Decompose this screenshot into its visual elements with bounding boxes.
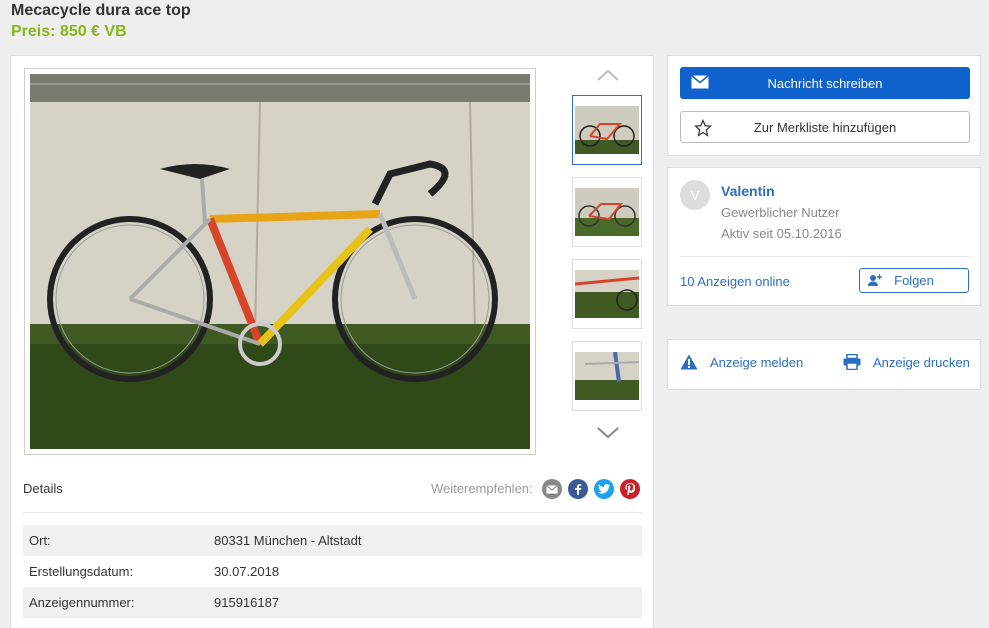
details-divider bbox=[23, 512, 642, 513]
seller-active-since: Aktiv seit 05.10.2016 bbox=[721, 226, 842, 241]
report-ad-label: Anzeige melden bbox=[710, 354, 804, 370]
report-ad-link[interactable]: Anzeige melden bbox=[680, 354, 803, 370]
watchlist-button[interactable]: Zur Merkliste hinzufügen bbox=[680, 111, 970, 143]
bike-photo-main bbox=[30, 74, 530, 449]
bike-photo-4 bbox=[575, 352, 639, 400]
thumb-scroll-up-icon[interactable] bbox=[596, 68, 620, 82]
follow-button[interactable]: Folgen bbox=[859, 268, 969, 293]
thumbnail-1[interactable] bbox=[572, 95, 642, 165]
main-image[interactable] bbox=[24, 68, 536, 455]
thumbnail-4[interactable] bbox=[572, 341, 642, 411]
star-icon bbox=[694, 119, 712, 137]
add-user-icon bbox=[868, 274, 882, 286]
detail-row-created: Erstellungsdatum: 30.07.2018 bbox=[23, 556, 642, 587]
watchlist-button-label: Zur Merkliste hinzufügen bbox=[753, 119, 897, 135]
details-heading: Details bbox=[23, 481, 63, 496]
detail-row-location: Ort: 80331 München - Altstadt bbox=[23, 525, 642, 556]
email-share-icon[interactable] bbox=[542, 479, 562, 499]
share-label: Weiterempfehlen: bbox=[431, 481, 533, 496]
thumb-scroll-down-icon[interactable] bbox=[596, 426, 620, 440]
thumbnail-3[interactable] bbox=[572, 259, 642, 329]
warning-icon bbox=[680, 354, 698, 370]
detail-row-ad-number: Anzeigennummer: 915916187 bbox=[23, 587, 642, 618]
detail-value: 915916187 bbox=[214, 595, 280, 610]
seller-type: Gewerblicher Nutzer bbox=[721, 205, 840, 220]
seller-avatar[interactable]: V bbox=[680, 180, 710, 210]
facebook-share-icon[interactable] bbox=[568, 479, 588, 499]
detail-key: Anzeigennummer: bbox=[29, 595, 135, 610]
detail-key: Ort: bbox=[29, 533, 51, 548]
bike-photo-2 bbox=[575, 188, 639, 236]
message-button-label: Nachricht schreiben bbox=[767, 75, 883, 91]
pinterest-share-icon[interactable] bbox=[620, 479, 640, 499]
printer-icon bbox=[843, 354, 861, 370]
follow-button-label: Folgen bbox=[894, 273, 934, 288]
twitter-share-icon[interactable] bbox=[594, 479, 614, 499]
envelope-icon bbox=[691, 75, 709, 89]
bike-photo-1 bbox=[575, 106, 639, 154]
detail-value: 30.07.2018 bbox=[214, 564, 280, 579]
seller-ads-online-link[interactable]: 10 Anzeigen online bbox=[680, 274, 790, 289]
bike-photo-3 bbox=[575, 270, 639, 318]
print-ad-link[interactable]: Anzeige drucken bbox=[843, 354, 970, 370]
print-ad-label: Anzeige drucken bbox=[873, 354, 970, 370]
detail-key: Erstellungsdatum: bbox=[29, 564, 134, 579]
thumbnail-2[interactable] bbox=[572, 177, 642, 247]
listing-main-card: Details Weiterempfehlen: Ort: 80331 Münc… bbox=[10, 55, 654, 628]
report-print-card: Anzeige melden Anzeige drucken bbox=[667, 339, 981, 390]
contact-card: Nachricht schreiben Zur Merkliste hinzuf… bbox=[667, 55, 981, 156]
seller-card: V Valentin Gewerblicher Nutzer Aktiv sei… bbox=[667, 167, 981, 306]
detail-value: 80331 München - Altstadt bbox=[214, 533, 362, 548]
listing-title: Mecacycle dura ace top bbox=[11, 2, 191, 19]
seller-divider bbox=[680, 256, 970, 257]
message-button[interactable]: Nachricht schreiben bbox=[680, 67, 970, 99]
listing-price: Preis: 850 € VB bbox=[11, 23, 127, 40]
seller-name[interactable]: Valentin bbox=[721, 183, 775, 199]
